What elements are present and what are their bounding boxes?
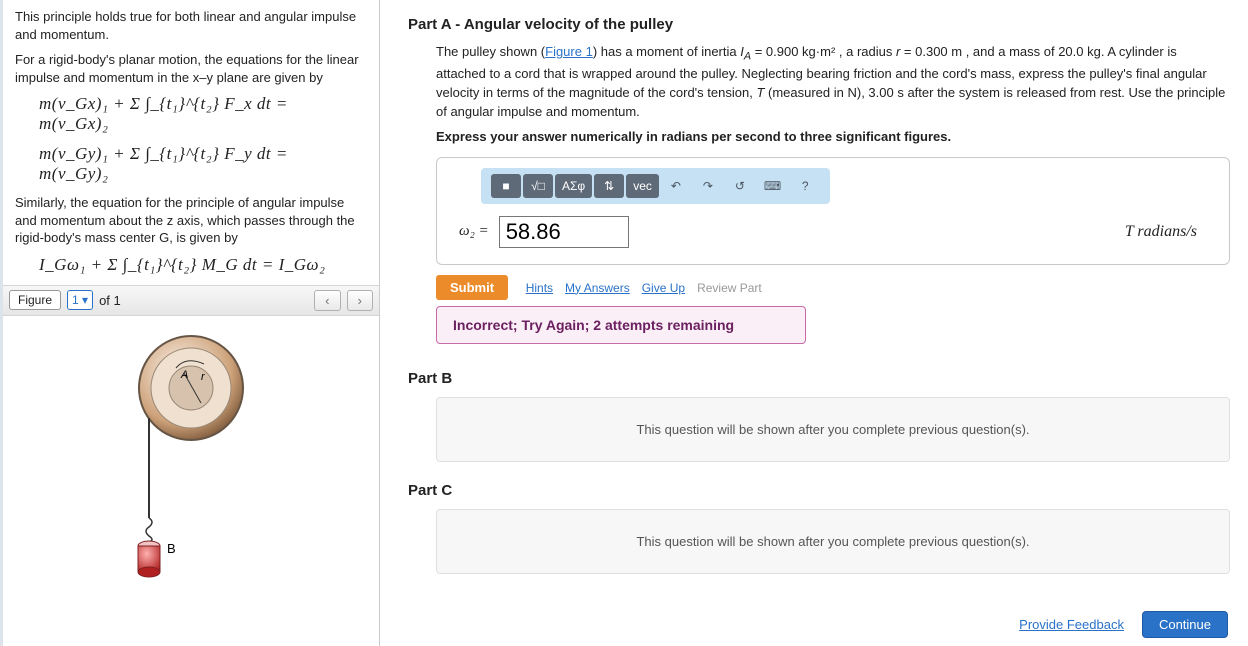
figure-bar: Figure 1 ▾ of 1 ‹ › xyxy=(3,285,379,316)
figure-of: of 1 xyxy=(99,293,121,308)
part-b-header: Part B xyxy=(408,370,1230,387)
answer-label: ω₂ = xyxy=(459,223,489,240)
part-c-header: Part C xyxy=(408,482,1230,499)
tb-reset-icon[interactable]: ↺ xyxy=(725,174,755,198)
tb-sqrt-icon[interactable]: √□ xyxy=(523,174,553,198)
footer: Provide Feedback Continue xyxy=(1019,611,1228,638)
submit-button[interactable]: Submit xyxy=(436,275,508,300)
part-c-locked: This question will be shown after you co… xyxy=(436,509,1230,574)
answer-unit: T radians/s xyxy=(1125,223,1215,241)
part-a-text: The pulley shown (Figure 1) has a moment… xyxy=(436,43,1230,122)
right-panel: Part A - Angular velocity of the pulley … xyxy=(380,0,1248,646)
theory-p2: For a rigid-body's planar motion, the eq… xyxy=(15,51,367,86)
math-toolbar: ■ √□ ΑΣφ ⇅ vec ↶ ↷ ↺ ⌨ ? xyxy=(481,168,830,204)
theory-p3: Similarly, the equation for the principl… xyxy=(15,194,367,247)
equation-1: m(v_Gx)₁ + Σ ∫_{t₁}^{t₂} F_x dt = m(v_Gx… xyxy=(39,94,361,134)
equation-2: m(v_Gy)₁ + Σ ∫_{t₁}^{t₂} F_y dt = m(v_Gy… xyxy=(39,144,361,184)
tb-vec-icon[interactable]: vec xyxy=(626,174,659,198)
tb-help-icon[interactable]: ? xyxy=(790,174,820,198)
hints-link[interactable]: Hints xyxy=(526,281,553,295)
review-part-link: Review Part xyxy=(697,281,762,295)
part-b-locked: This question will be shown after you co… xyxy=(436,397,1230,462)
continue-button[interactable]: Continue xyxy=(1142,611,1228,638)
action-row: Submit Hints My Answers Give Up Review P… xyxy=(436,275,1230,300)
left-panel: This principle holds true for both linea… xyxy=(0,0,380,646)
svg-text:B: B xyxy=(167,541,176,556)
figure-prev-button[interactable]: ‹ xyxy=(314,290,340,311)
svg-text:A: A xyxy=(180,369,188,381)
tb-keyboard-icon[interactable]: ⌨ xyxy=(757,174,788,198)
part-a-instruction: Express your answer numerically in radia… xyxy=(436,128,1230,147)
answer-box: ■ √□ ΑΣφ ⇅ vec ↶ ↷ ↺ ⌨ ? ω₂ = T radians/… xyxy=(436,157,1230,265)
answer-input[interactable] xyxy=(499,216,629,248)
equation-3: I_Gω₁ + Σ ∫_{t₁}^{t₂} M_G dt = I_Gω₂ xyxy=(39,255,361,275)
tb-subsup-icon[interactable]: ⇅ xyxy=(594,174,624,198)
figure-next-button[interactable]: › xyxy=(347,290,373,311)
provide-feedback-link[interactable]: Provide Feedback xyxy=(1019,617,1124,632)
figure-select[interactable]: 1 ▾ xyxy=(67,290,93,310)
figure-link[interactable]: Figure 1 xyxy=(545,44,593,59)
tb-greek-icon[interactable]: ΑΣφ xyxy=(555,174,592,198)
figure-image: r A B xyxy=(101,328,281,588)
feedback-incorrect: Incorrect; Try Again; 2 attempts remaini… xyxy=(436,306,806,344)
give-up-link[interactable]: Give Up xyxy=(642,281,685,295)
tb-template-icon[interactable]: ■ xyxy=(491,174,521,198)
figure-label: Figure xyxy=(9,290,61,310)
my-answers-link[interactable]: My Answers xyxy=(565,281,630,295)
tb-undo-icon[interactable]: ↶ xyxy=(661,174,691,198)
part-a-header: Part A - Angular velocity of the pulley xyxy=(408,16,1230,33)
tb-redo-icon[interactable]: ↷ xyxy=(693,174,723,198)
theory-p1: This principle holds true for both linea… xyxy=(15,8,367,43)
